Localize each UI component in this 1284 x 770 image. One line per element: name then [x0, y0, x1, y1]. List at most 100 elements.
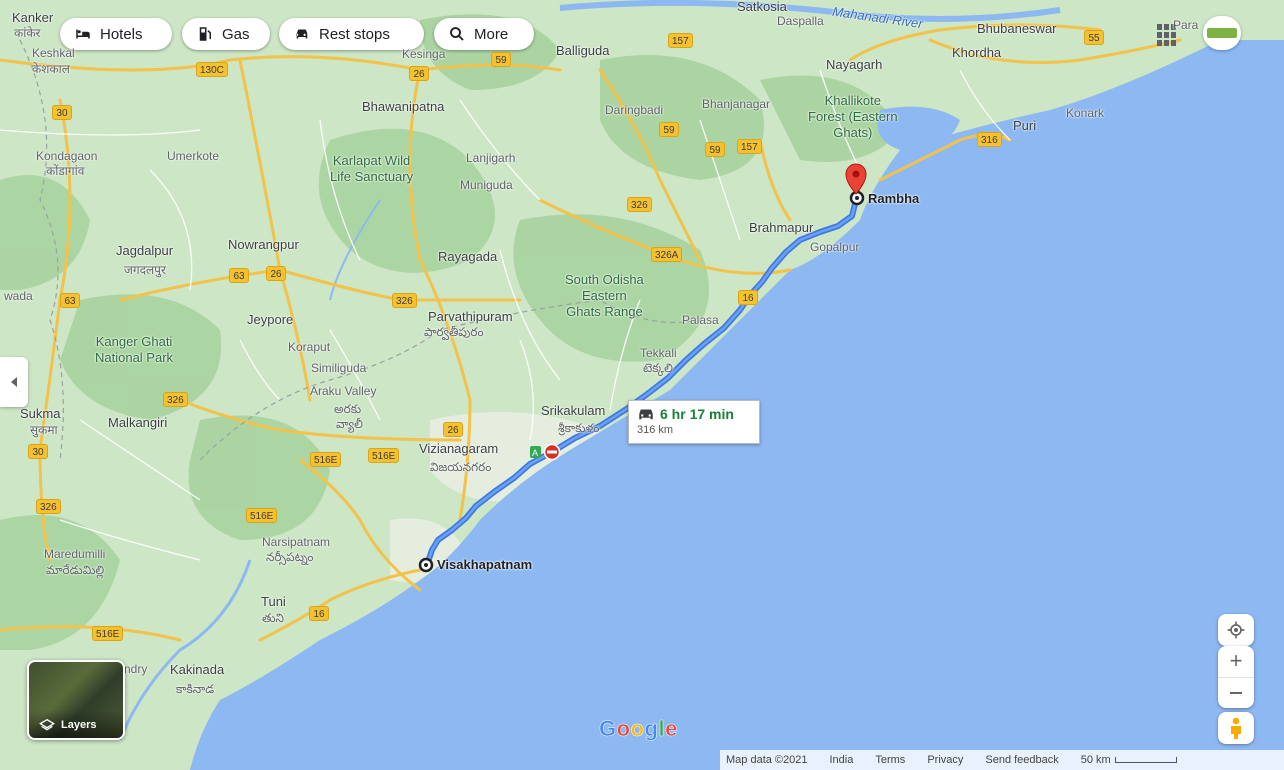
road-closed-icon[interactable]: [543, 443, 561, 461]
region-link[interactable]: India: [830, 754, 854, 766]
road-shield: 157: [668, 33, 693, 48]
place-label: Vizianagaram: [419, 441, 499, 456]
place-label: Rayagada: [438, 249, 498, 264]
place-label: Malkangiri: [108, 415, 168, 430]
route-info-card[interactable]: 6 hr 17 min 316 km: [628, 400, 760, 444]
place-label: केशकाल: [32, 62, 70, 76]
place-label: Jeypore: [247, 312, 294, 327]
gas-pump-icon: [199, 27, 211, 41]
zoom-in-button[interactable]: +: [1218, 646, 1254, 678]
road-shield: 516E: [92, 626, 124, 641]
place-label: Khordha: [952, 45, 1002, 60]
place-label: Gopalpur: [810, 240, 860, 254]
gas-chip[interactable]: Gas: [182, 18, 270, 50]
place-label: Similiguda: [311, 361, 367, 375]
minus-icon: [1230, 691, 1242, 694]
car-icon: [639, 409, 653, 420]
place-label: Muniguda: [460, 178, 513, 192]
place-label: అరకు: [334, 402, 362, 416]
road-shield: 326: [36, 499, 61, 514]
chevron-left-icon: [11, 377, 17, 387]
road-shield: 59: [659, 122, 679, 137]
hotels-label: Hotels: [100, 25, 143, 43]
place-label: ndry: [124, 662, 148, 676]
send-feedback-link[interactable]: Send feedback: [985, 754, 1058, 766]
terms-link[interactable]: Terms: [875, 754, 905, 766]
street-view-pegman[interactable]: [1218, 712, 1254, 744]
destination-label[interactable]: Rambha: [868, 191, 919, 206]
road-shield: 30: [28, 444, 48, 459]
crosshair-icon: [1227, 621, 1245, 639]
road-shield: 59: [491, 52, 511, 67]
layers-button[interactable]: Layers: [27, 660, 125, 740]
place-label: कांकेर: [14, 26, 41, 40]
place-label: Balliguda: [556, 43, 610, 58]
zoom-out-button[interactable]: [1218, 678, 1254, 709]
my-location-button[interactable]: [1218, 614, 1254, 646]
place-label: Bhawanipatna: [362, 99, 445, 114]
place-label: Kesinga: [402, 47, 446, 61]
place-label: Narsipatnam: [262, 535, 331, 549]
place-label: కాకినాడ: [176, 682, 215, 696]
place-label: Tuni: [261, 594, 286, 609]
place-label: శ్రీకాకుళం: [558, 421, 600, 435]
road-shield: 316: [977, 132, 1002, 147]
origin-label[interactable]: Visakhapatnam: [437, 557, 532, 572]
park-label: Karlapat Wild Life Sanctuary: [330, 153, 414, 184]
route-duration: 6 hr 17 min: [660, 406, 734, 422]
park-label: Kanger Ghati National Park: [95, 334, 174, 365]
place-label: Puri: [1013, 118, 1037, 133]
hotels-chip[interactable]: Hotels: [60, 18, 172, 50]
place-label: Nayagarh: [826, 57, 883, 72]
bed-icon: [76, 29, 90, 39]
road-shield: 63: [60, 293, 80, 308]
more-label: More: [474, 25, 509, 43]
scale-bar[interactable]: 50 km: [1081, 754, 1177, 766]
more-chip[interactable]: More: [434, 18, 534, 50]
road-shield: 326A: [651, 247, 683, 262]
google-watermark: Google: [599, 716, 678, 741]
place-label: Parvathipuram: [428, 309, 513, 324]
park-label: Khallikote Forest (Eastern Ghats): [808, 93, 898, 140]
place-label: Daringbadi: [605, 103, 664, 117]
map-data-text: Map data ©2021: [726, 754, 808, 766]
place-label: Umerkote: [167, 149, 220, 163]
map-footer: Map data ©2021 India Terms Privacy Send …: [720, 750, 1284, 770]
layers-label: Layers: [61, 719, 97, 731]
road-shield: 326: [163, 392, 188, 407]
place-label: Konark: [1066, 106, 1105, 120]
road-shield: 26: [266, 266, 286, 281]
place-label: Palasa: [682, 313, 719, 327]
place-label: सुकमा: [30, 423, 58, 437]
road-shield: 59: [705, 142, 725, 157]
road-shield: 26: [443, 422, 463, 437]
rest-stops-chip[interactable]: Rest stops: [279, 18, 424, 50]
rest-stops-label: Rest stops: [319, 25, 390, 43]
pegman-icon: [1231, 717, 1241, 739]
search-icon: [450, 27, 464, 41]
road-shield: 130C: [196, 62, 228, 77]
car-icon: [296, 29, 308, 39]
avatar[interactable]: [1203, 16, 1241, 50]
road-shield: 326: [627, 197, 652, 212]
place-label: Keshkal: [32, 46, 75, 60]
place-label: Maredumilli: [44, 547, 106, 561]
place-label: Para: [1173, 18, 1199, 32]
privacy-link[interactable]: Privacy: [927, 754, 963, 766]
svg-text:A: A: [532, 448, 538, 458]
collapse-panel-button[interactable]: [0, 357, 28, 407]
place-label: నర్సీపట్నం: [266, 550, 314, 564]
road-shield: 516E: [246, 508, 278, 523]
place-label: Daspalla: [777, 14, 824, 28]
gas-label: Gas: [222, 25, 250, 43]
road-shield: 16: [309, 606, 329, 621]
plus-icon: +: [1229, 648, 1243, 674]
place-label: Kondagaon: [36, 149, 98, 163]
place-label: Araku Valley: [310, 384, 377, 398]
place-label: మారేడుమిల్లి: [46, 563, 105, 577]
place-label: Jagdalpur: [116, 243, 174, 258]
place-label: जगदलपुर: [124, 263, 166, 277]
park-label: South Odisha Eastern Ghats Range: [565, 272, 644, 319]
road-shield: 30: [52, 105, 72, 120]
road-shield: 26: [409, 66, 429, 81]
